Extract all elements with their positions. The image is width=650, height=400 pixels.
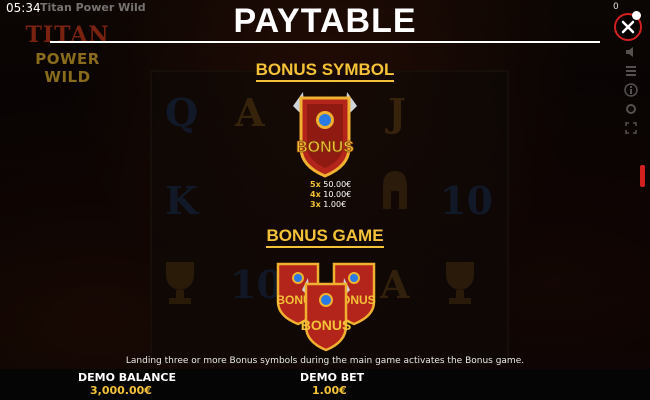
title-divider (50, 41, 600, 43)
payout-row: 4x 10.00€ (310, 190, 351, 200)
bonus-shield-group-icon: BONUS BONUS BONUS (276, 262, 376, 352)
section-heading-bonus-game: BONUS GAME (0, 226, 650, 248)
bonus-game-label: BONUS (301, 317, 352, 333)
bonus-symbol-heading: BONUS SYMBOL (255, 60, 395, 82)
payout-count: 3x (310, 200, 321, 209)
fullscreen-icon[interactable] (624, 121, 638, 135)
balance-label: DEMO BALANCE (78, 371, 176, 384)
scrollbar-thumb[interactable] (640, 165, 645, 187)
payout-count: 5x (310, 180, 321, 189)
payout-row: 5x 50.00€ (310, 180, 351, 190)
payout-value: 10.00€ (323, 190, 352, 199)
close-badge (632, 11, 641, 20)
sound-icon[interactable] (624, 45, 638, 59)
payout-count: 4x (310, 190, 321, 199)
bonus-game-heading: BONUS GAME (266, 226, 384, 248)
close-icon (621, 20, 635, 34)
settings-icon[interactable] (624, 102, 638, 116)
bonus-shield-icon: BONUS (293, 92, 357, 178)
bonus-game-description: Landing three or more Bonus symbols duri… (125, 356, 525, 366)
game-stage: Q A J K 10 10 A 05:34 Titan Power Wild 0… (0, 0, 650, 400)
balance-value: 3,000.00€ (90, 384, 152, 397)
info-icon[interactable] (624, 83, 638, 97)
bet-value: 1.00€ (312, 384, 347, 397)
bet-label: DEMO BET (300, 371, 365, 384)
payout-row: 3x 1.00€ (310, 200, 346, 210)
payout-value: 1.00€ (323, 200, 347, 209)
bonus-symbol-label: BONUS (296, 139, 354, 156)
payout-value: 50.00€ (323, 180, 352, 189)
page-title: PAYTABLE (233, 2, 417, 40)
section-heading-bonus-symbol: BONUS SYMBOL (0, 60, 650, 82)
